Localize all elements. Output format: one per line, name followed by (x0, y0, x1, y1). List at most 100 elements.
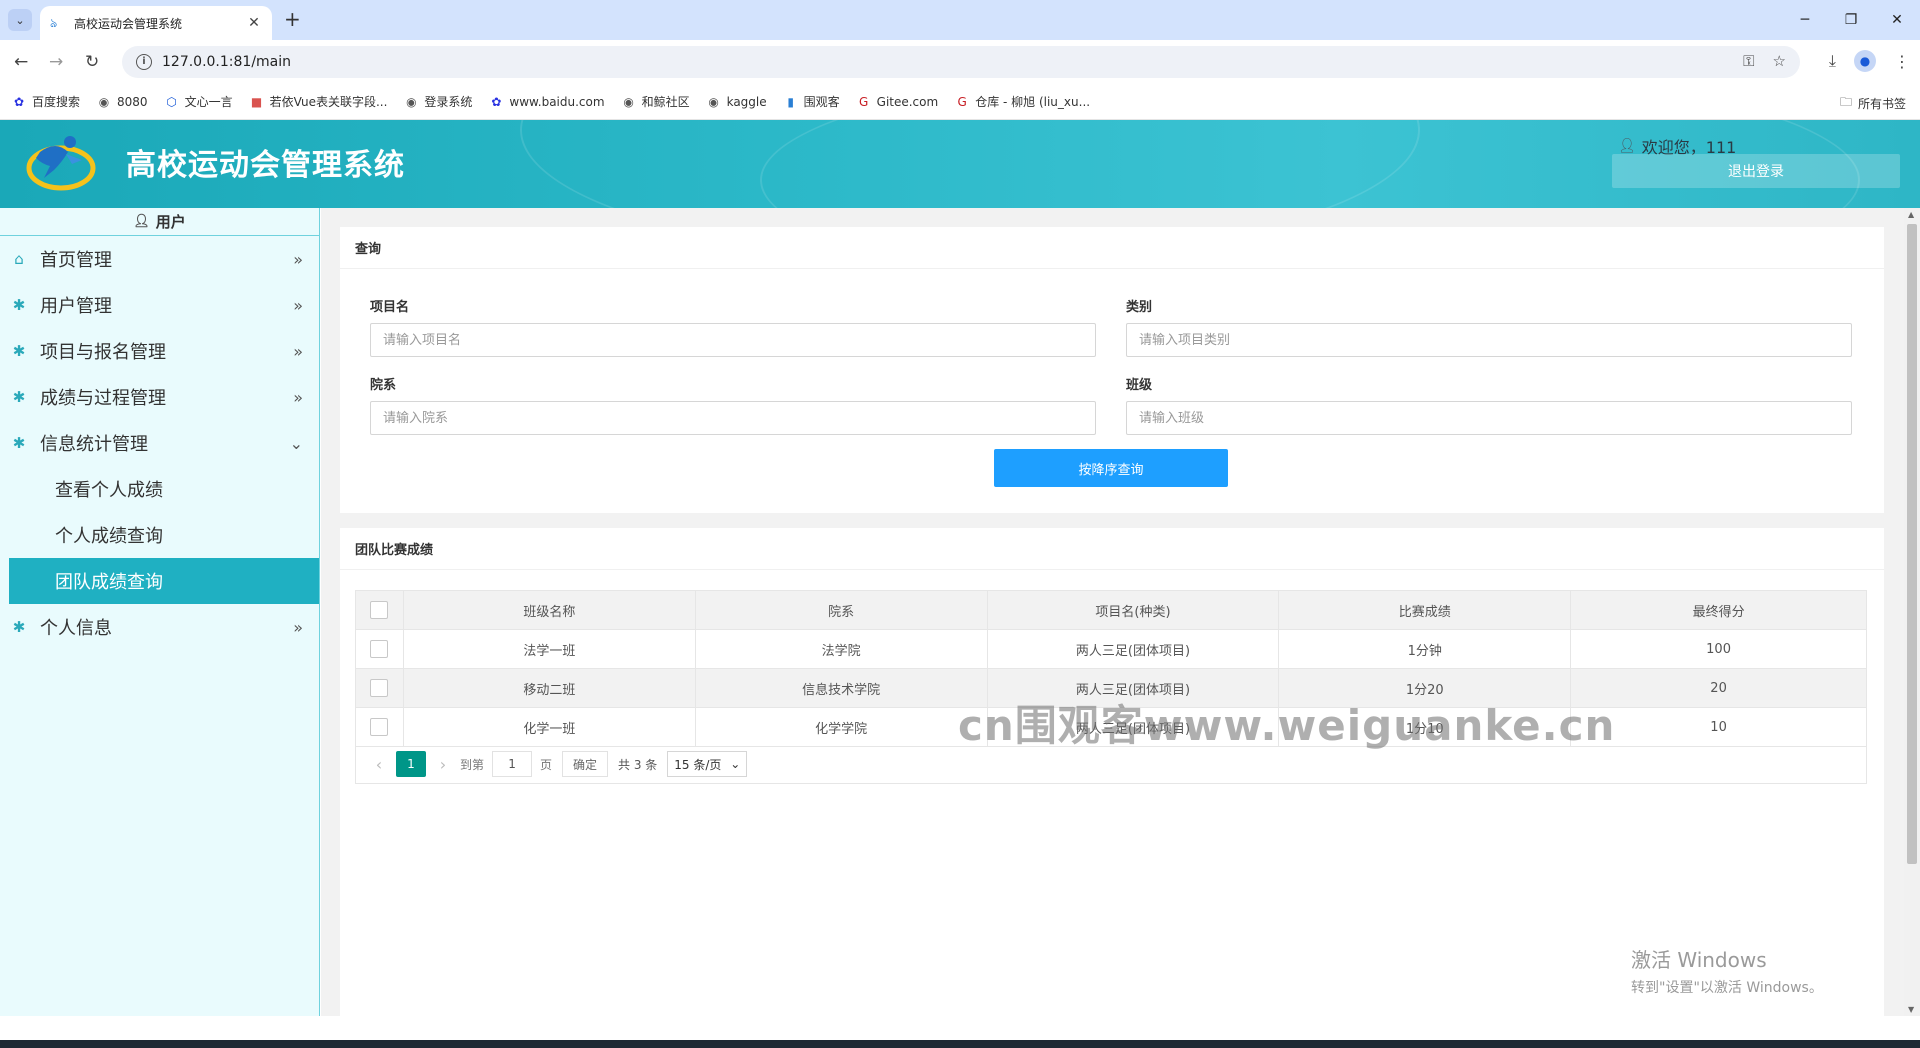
close-tab-icon[interactable]: ✕ (246, 15, 262, 31)
sidebar-subitem-personal-scores[interactable]: 查看个人成绩 (0, 466, 319, 512)
bookmark-item[interactable]: G Gitee.com (857, 94, 938, 109)
user-icon: 👤︎ (1618, 138, 1636, 154)
ruoyi-icon: ■ (250, 94, 263, 109)
new-tab-button[interactable]: + (284, 9, 301, 29)
double-chevron-right-icon: » (293, 617, 303, 637)
bookmark-item[interactable]: ◉ kaggle (707, 94, 767, 109)
next-page-icon[interactable]: › (434, 755, 452, 774)
sidebar-item-users[interactable]: ✱ 用户管理 » (0, 282, 319, 328)
row-checkbox[interactable] (370, 679, 389, 697)
minimize-icon[interactable]: ─ (1782, 0, 1828, 40)
forward-icon[interactable]: → (49, 52, 63, 72)
password-key-icon[interactable]: ⚿ (1743, 52, 1754, 70)
bookmark-item[interactable]: ✿ 百度搜索 (12, 93, 80, 110)
activation-subtitle: 转到"设置"以激活 Windows。 (1631, 980, 1823, 996)
sidebar-header: 👤︎ 用户 (0, 208, 319, 236)
gear-icon: ✱ (12, 618, 26, 636)
site-favicon-icon: ঌ (50, 16, 58, 30)
department-label: 院系 (370, 378, 397, 393)
site-info-icon[interactable]: i (136, 54, 152, 70)
activation-title: 激活 Windows (1631, 948, 1767, 972)
department-input[interactable] (370, 401, 1096, 435)
bookmark-label: 仓库 - 柳旭 (liu_xu... (975, 95, 1091, 109)
bookmark-label: 文心一言 (184, 95, 233, 109)
bookmark-label: 和鲸社区 (641, 95, 690, 109)
sidebar-item-label: 成绩与过程管理 (40, 388, 166, 409)
scroll-down-icon[interactable]: ▼ (1908, 1005, 1914, 1014)
gitee-icon: G (858, 94, 869, 109)
sidebar-item-scores[interactable]: ✱ 成绩与过程管理 » (0, 374, 319, 420)
table-cell: 1分钟 (1278, 629, 1572, 669)
folder-icon: 🗀︎ (1839, 95, 1852, 109)
table-cell: 移动二班 (402, 668, 696, 708)
bookmark-label: 若依Vue表关联字段... (269, 95, 388, 109)
project-name-input[interactable] (370, 323, 1096, 357)
row-checkbox[interactable] (370, 718, 389, 736)
row-checkbox[interactable] (370, 640, 389, 658)
app-header: 高校运动会管理系统 👤︎ 欢迎您，111 退出登录 (0, 120, 1920, 208)
class-input[interactable] (1126, 401, 1852, 435)
bookmark-item[interactable]: ⬡ 文心一言 (165, 93, 233, 110)
goto-confirm-button[interactable]: 确定 (562, 751, 609, 777)
bookmark-star-icon[interactable]: ☆ (1773, 52, 1786, 70)
goto-label: 到第 (460, 757, 485, 772)
scroll-up-icon[interactable]: ▲ (1908, 210, 1914, 219)
goto-page-input[interactable]: 1 (492, 751, 533, 777)
chevron-down-icon: ⌄ (730, 757, 741, 771)
descending-search-button[interactable]: 按降序查询 (994, 449, 1228, 487)
bookmark-item[interactable]: ◉ 登录系统 (404, 93, 472, 110)
double-chevron-right-icon: » (293, 249, 303, 269)
bookmark-item[interactable]: ◉ 8080 (97, 95, 148, 109)
select-all-checkbox[interactable] (370, 601, 389, 619)
table-cell: 两人三足(团体项目) (986, 629, 1280, 669)
category-label: 类别 (1126, 300, 1153, 315)
tab-title: 高校运动会管理系统 (74, 16, 183, 31)
query-panel-title: 查询 (340, 227, 1884, 269)
bookmark-item[interactable]: G 仓库 - 柳旭 (liu_xu... (955, 93, 1091, 110)
close-window-icon[interactable]: ✕ (1874, 0, 1920, 40)
reload-icon[interactable]: ↻ (85, 52, 99, 72)
bookmark-item[interactable]: ▮ 围观客 (784, 93, 839, 110)
bookmark-label: kaggle (726, 94, 767, 109)
scrollbar-thumb[interactable] (1907, 224, 1917, 864)
current-page-button[interactable]: 1 (396, 751, 426, 777)
sidebar-subitem-personal-query[interactable]: 个人成绩查询 (0, 512, 319, 558)
vertical-scrollbar[interactable]: ▲ ▼ (1904, 208, 1920, 1016)
bookmark-item[interactable]: ✿ www.baidu.com (489, 95, 604, 109)
gitee-icon: G (957, 94, 967, 109)
sidebar-item-projects[interactable]: ✱ 项目与报名管理 » (0, 328, 319, 374)
gear-icon: ✱ (12, 296, 26, 314)
bookmark-item[interactable]: ◉ 和鲸社区 (622, 93, 690, 110)
table-cell: 100 (1570, 629, 1867, 669)
double-chevron-right-icon: » (293, 387, 303, 407)
table-row[interactable]: 法学一班 法学院 两人三足(团体项目) 1分钟 100 (355, 629, 1867, 669)
back-icon[interactable]: ← (14, 52, 28, 72)
home-icon: ⌂ (14, 250, 24, 268)
browser-tab-active[interactable]: ঌ 高校运动会管理系统 ✕ (40, 6, 272, 40)
sidebar-item-personal-info[interactable]: ✱ 个人信息 » (0, 604, 319, 650)
site-watermark: cn围观客www.weiguanke.cn (958, 701, 1616, 750)
select-all-cell (355, 590, 404, 630)
logout-button[interactable]: 退出登录 (1612, 154, 1900, 188)
tab-search-button[interactable]: ⌄ (8, 9, 32, 31)
category-input[interactable] (1126, 323, 1852, 357)
windows-activation-notice: 激活 Windows 转到"设置"以激活 Windows。 (1631, 944, 1823, 997)
download-icon[interactable]: ⤓ (1829, 51, 1836, 71)
address-bar[interactable]: i 127.0.0.1:81/main ⚿ ☆ (122, 46, 1800, 78)
all-bookmarks-button[interactable]: 🗀︎ 所有书签 (1840, 93, 1906, 114)
page-size-select[interactable]: 15 条/页 ⌄ (667, 751, 748, 777)
bookmark-item[interactable]: ■ 若依Vue表关联字段... (250, 93, 388, 110)
double-chevron-right-icon: » (293, 295, 303, 315)
bookmarks-bar: ✿ 百度搜索 ◉ 8080 ⬡ 文心一言 ■ 若依Vue表关联字段... ◉ 登录系统 ✿ www.b… (0, 84, 1920, 120)
prev-page-icon[interactable]: ‹ (370, 755, 388, 774)
row-select-cell (355, 629, 404, 669)
more-menu-icon[interactable]: ⋮ (1894, 52, 1910, 71)
sidebar-subitem-team-query[interactable]: 团队成绩查询 (9, 558, 319, 604)
column-header: 项目名(种类) (986, 590, 1280, 630)
bookmark-label: 百度搜索 (32, 95, 81, 109)
sidebar-item-home[interactable]: ⌂ 首页管理 » (0, 236, 319, 282)
column-header: 比赛成绩 (1278, 590, 1572, 630)
profile-avatar-icon[interactable]: ● (1854, 50, 1876, 72)
sidebar-item-statistics[interactable]: ✱ 信息统计管理 ⌄ (0, 420, 319, 466)
restore-icon[interactable]: ❐ (1828, 0, 1874, 40)
